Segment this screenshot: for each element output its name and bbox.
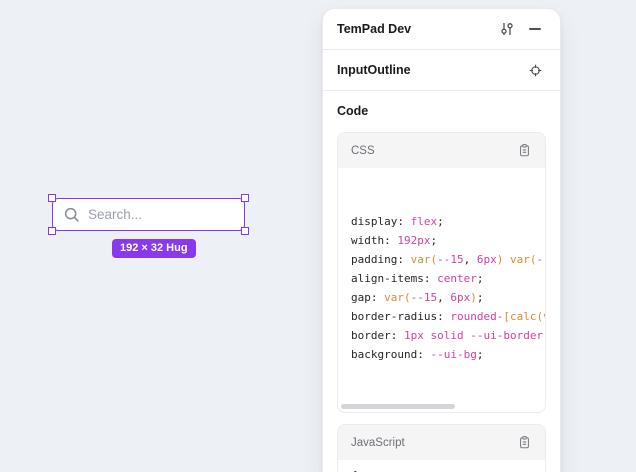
code-line: align-items: center; bbox=[351, 269, 545, 288]
minimize-button[interactable] bbox=[524, 18, 546, 40]
css-block-label: CSS bbox=[351, 145, 513, 157]
target-icon bbox=[528, 63, 543, 78]
clipboard-icon bbox=[517, 435, 532, 450]
selected-search-input[interactable]: Search... bbox=[52, 198, 245, 231]
css-code-block: CSS display: flex;width: 192px;padding: … bbox=[337, 132, 546, 413]
search-icon bbox=[63, 206, 81, 224]
css-code[interactable]: display: flex;width: 192px;padding: var(… bbox=[338, 168, 545, 412]
javascript-block-label: JavaScript bbox=[351, 437, 513, 449]
locate-node-button[interactable] bbox=[524, 59, 546, 81]
copy-css-button[interactable] bbox=[513, 140, 535, 162]
code-section-title: Code bbox=[337, 104, 546, 118]
javascript-code-block: JavaScript { display: 'flex', width: '19… bbox=[337, 424, 546, 472]
panel-title: TemPad Dev bbox=[337, 22, 496, 36]
selected-component-row: InputOutline bbox=[323, 50, 560, 91]
code-line: display: flex; bbox=[351, 212, 545, 231]
javascript-block-header: JavaScript bbox=[338, 425, 545, 460]
dimensions-badge: 192 × 32 Hug bbox=[112, 239, 196, 258]
code-line: gap: var(--15, 6px); bbox=[351, 288, 545, 307]
sliders-icon bbox=[499, 21, 515, 37]
code-line: width: 192px; bbox=[351, 231, 545, 250]
panel-header-actions bbox=[496, 18, 546, 40]
code-line: border-radius: rounded-[calc(v bbox=[351, 307, 545, 326]
copy-javascript-button[interactable] bbox=[513, 432, 535, 454]
javascript-code[interactable]: { display: 'flex', width: '192px', paddi… bbox=[338, 460, 545, 472]
component-name: InputOutline bbox=[337, 63, 524, 77]
code-section: Code CSS display: flex;width: 192px;padd… bbox=[323, 91, 560, 472]
code-line: background: --ui-bg; bbox=[351, 345, 545, 364]
settings-sliders-button[interactable] bbox=[496, 18, 518, 40]
minus-icon bbox=[529, 28, 541, 30]
tempad-dev-panel: TemPad Dev InputOutline bbox=[322, 8, 561, 472]
code-line: { bbox=[351, 466, 545, 472]
search-placeholder: Search... bbox=[88, 207, 142, 222]
selection-handle-bottom-left[interactable] bbox=[48, 227, 56, 235]
selection-handle-top-left[interactable] bbox=[48, 194, 56, 202]
selection-handle-top-right[interactable] bbox=[241, 194, 249, 202]
css-block-header: CSS bbox=[338, 133, 545, 168]
panel-header: TemPad Dev bbox=[323, 9, 560, 50]
clipboard-icon bbox=[517, 143, 532, 158]
horizontal-scrollbar-thumb[interactable] bbox=[341, 404, 455, 409]
code-line: padding: var(--15, 6px) var(-- bbox=[351, 250, 545, 269]
selection-handle-bottom-right[interactable] bbox=[241, 227, 249, 235]
code-line: border: 1px solid --ui-border- bbox=[351, 326, 545, 345]
